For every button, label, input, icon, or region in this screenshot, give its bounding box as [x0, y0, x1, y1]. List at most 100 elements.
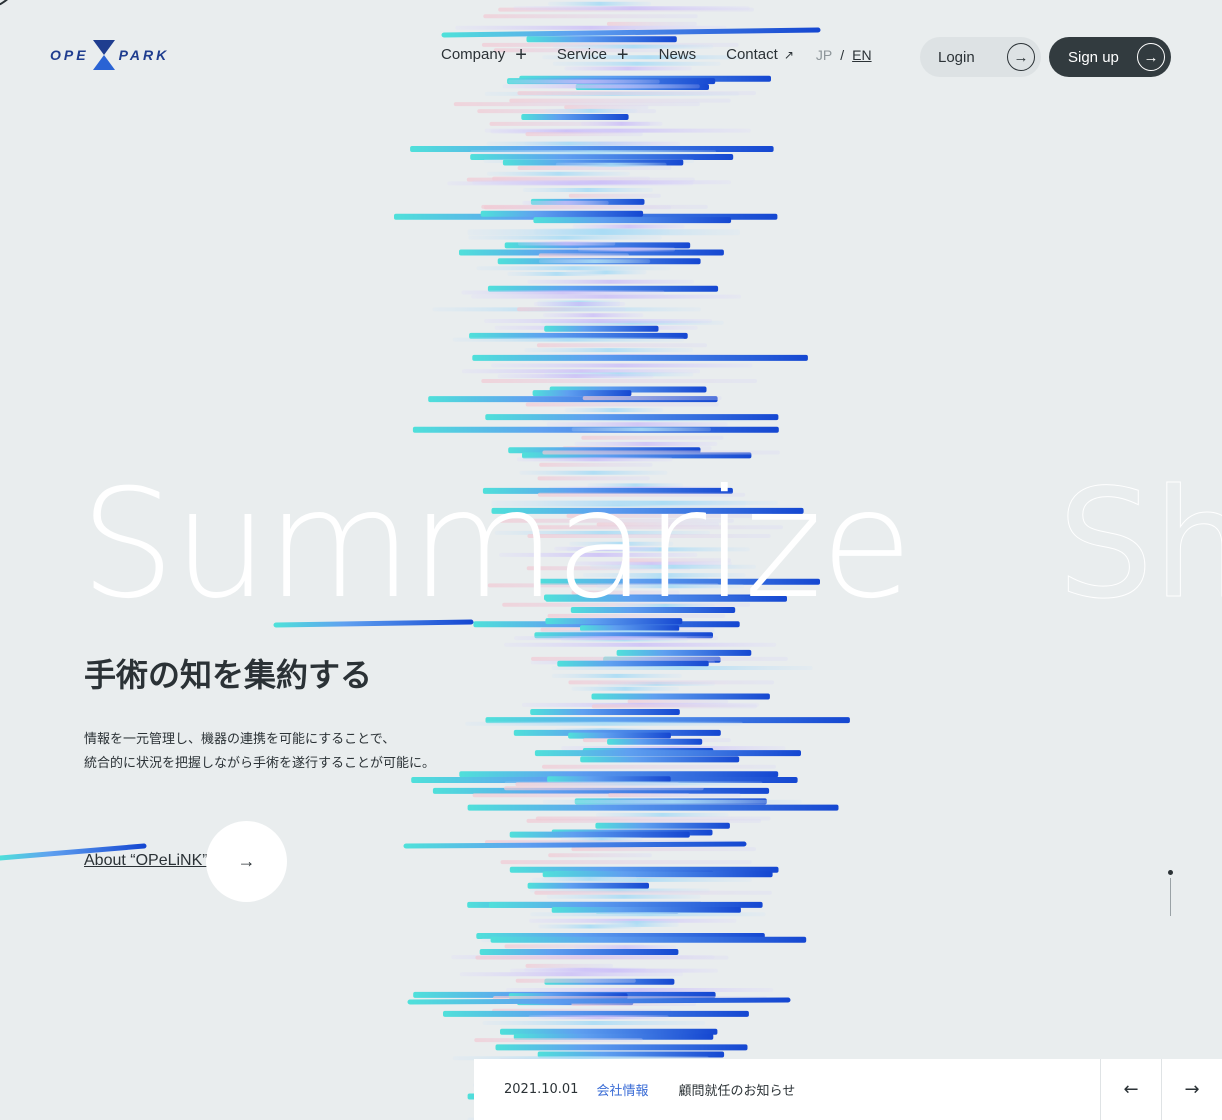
streak-line [472, 793, 741, 798]
streak-line [571, 427, 711, 432]
streak-line [467, 804, 839, 811]
hero-keyword: Summarize [80, 458, 913, 632]
streak-line [465, 721, 743, 726]
streak-line [525, 132, 643, 137]
about-opelink-link[interactable]: About “OPeLiNK” [84, 852, 208, 870]
streak-line [542, 764, 776, 769]
signup-button[interactable]: Sign up → [1049, 37, 1171, 77]
news-prev-button[interactable]: ← [1100, 1059, 1161, 1120]
news-next-button[interactable]: → [1161, 1059, 1222, 1120]
streak-line [517, 91, 756, 96]
streak-line [537, 1051, 725, 1058]
streak-line [476, 933, 765, 939]
nav-company-label: Company [441, 46, 506, 63]
streak-line [504, 242, 691, 249]
streak-line [502, 84, 700, 89]
lang-en[interactable]: EN [852, 47, 871, 63]
streak-line [453, 102, 700, 107]
streak-line [483, 159, 695, 163]
streak-line [584, 286, 665, 290]
streak-line [447, 181, 694, 186]
login-button[interactable]: Login → [920, 37, 1041, 77]
streak-line [485, 414, 779, 421]
streak-line [595, 822, 730, 829]
streak-line [482, 145, 744, 150]
streak-line [484, 128, 751, 133]
streak-line [548, 1, 652, 6]
lang-jp[interactable]: JP [816, 47, 832, 63]
streak-line [530, 198, 645, 205]
signup-label: Sign up [1068, 48, 1119, 66]
streak-line [513, 729, 721, 736]
streak-line [470, 154, 734, 160]
streak-line [564, 408, 664, 413]
streak-line [544, 372, 694, 377]
streak-line [568, 680, 775, 685]
main-nav: Company + Service + News Contact ↗ JP / … [441, 45, 872, 65]
streak-line [572, 224, 685, 229]
news-category[interactable]: 会社情報 [596, 1080, 648, 1099]
streak-line [536, 343, 707, 348]
next-keyword-outline: Sh [1057, 458, 1222, 632]
streak-line [490, 936, 807, 943]
streak-line [504, 786, 704, 791]
streak-line [516, 354, 737, 359]
streak-line [506, 988, 774, 992]
streak-line [483, 14, 698, 19]
brand-logo[interactable]: OPE PARK [50, 40, 169, 70]
streak-line [461, 290, 665, 295]
streak-line [580, 121, 663, 126]
streak-line [495, 1044, 748, 1051]
nav-service[interactable]: Service + [557, 45, 629, 65]
streak-line [459, 972, 683, 977]
streak-line [432, 307, 701, 312]
streak-line [555, 162, 667, 167]
streak-line [606, 21, 697, 26]
streak-line [574, 945, 676, 950]
streak-line [508, 447, 701, 454]
streak-line [517, 307, 626, 312]
streak-line [582, 396, 722, 401]
streak-line [476, 266, 671, 271]
streak-line [524, 348, 693, 353]
nav-company[interactable]: Company + [441, 45, 527, 65]
streak-line [480, 210, 644, 217]
streak-line [549, 386, 707, 393]
streak-line [560, 637, 688, 642]
streak-line [475, 955, 729, 960]
streak-line [571, 686, 679, 691]
streak-line [521, 114, 629, 120]
streak-line [582, 738, 731, 743]
streak-line [540, 320, 724, 325]
streak-line [490, 129, 643, 134]
news-ticker[interactable]: 2021.10.01 会社情報 顧問就任のお知らせ ← → [474, 1059, 1222, 1120]
streak-line [557, 660, 709, 667]
nav-contact[interactable]: Contact ↗ [726, 46, 794, 63]
streak-line [474, 1038, 643, 1043]
streak-line [562, 446, 712, 451]
streak-line [582, 748, 714, 754]
streak-line [538, 259, 651, 264]
nav-contact-label: Contact [726, 46, 778, 63]
hero-description-line: 情報を一元管理し、機器の連携を可能にすることで、 [84, 732, 396, 747]
scroll-indicator-line [1170, 878, 1171, 916]
streak-line [607, 738, 703, 745]
streak-line [529, 888, 710, 893]
streak-line [522, 188, 653, 192]
hero-title: 手術の知を集約する [84, 656, 373, 694]
streak-line [551, 666, 813, 670]
streak-line [504, 781, 763, 786]
news-date: 2021.10.01 [504, 1082, 579, 1097]
news-title[interactable]: 顧問就任のお知らせ [678, 1080, 795, 1099]
streak-line [527, 882, 649, 889]
about-arrow-button[interactable]: → [206, 821, 287, 902]
streak-line [574, 798, 767, 805]
logo-x-icon [92, 40, 115, 70]
nav-news[interactable]: News [659, 46, 697, 63]
streak-line [413, 991, 716, 998]
streak-line [517, 999, 634, 1006]
streak-line [521, 702, 760, 707]
streak-line [487, 285, 719, 292]
streak-line [526, 717, 771, 722]
streak-line [459, 249, 724, 256]
